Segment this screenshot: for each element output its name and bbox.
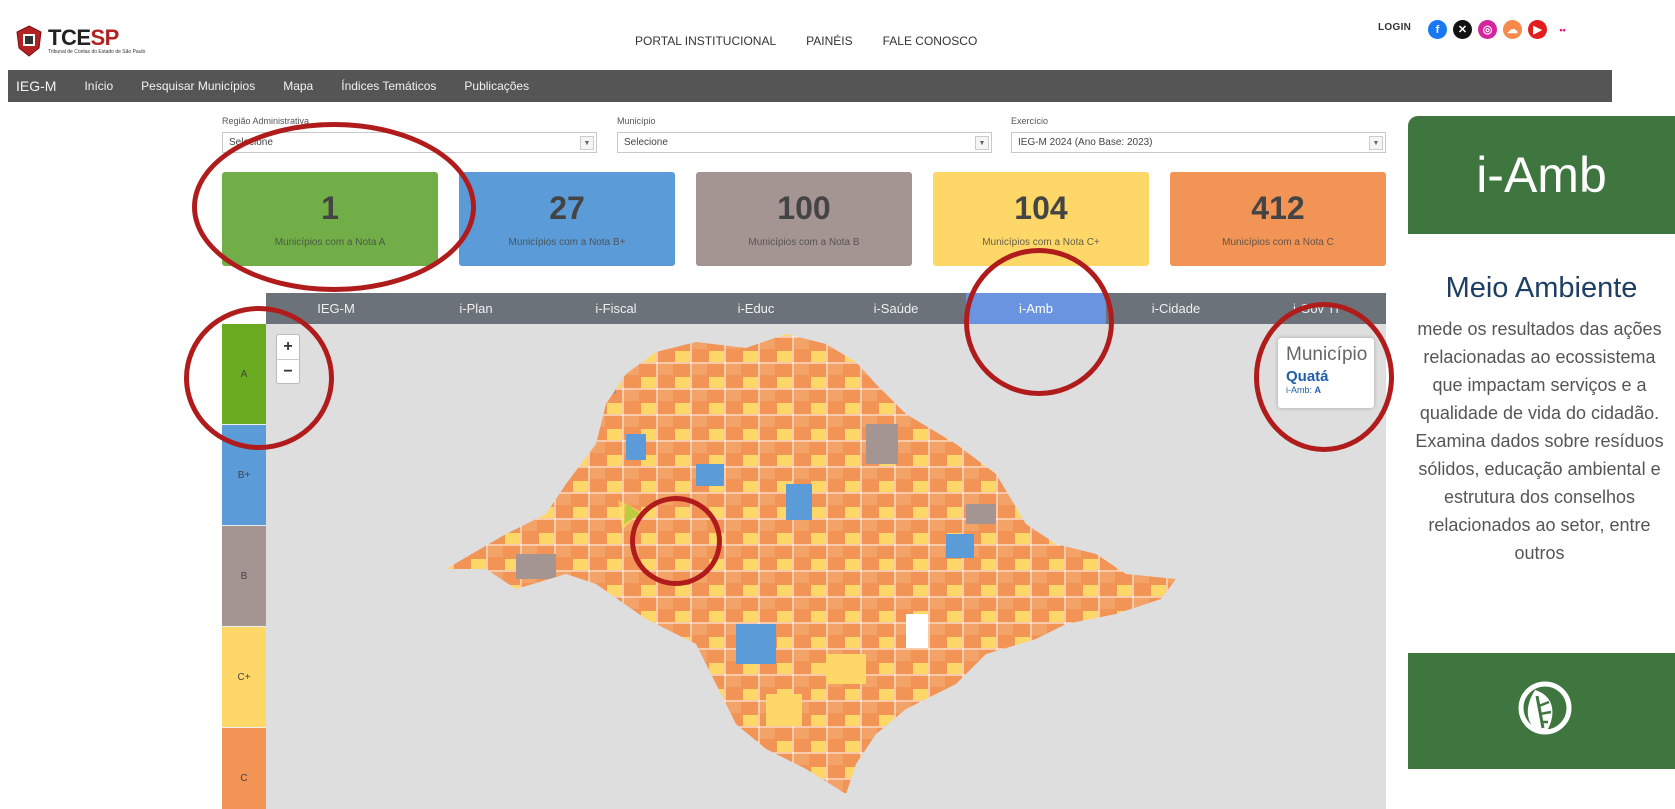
- municipio-filter: Município Selecione ▼: [617, 116, 992, 153]
- instagram-icon[interactable]: ◎: [1478, 20, 1497, 39]
- brand-text: TCE: [48, 25, 91, 50]
- municipio-select[interactable]: Selecione ▼: [617, 132, 992, 153]
- exercicio-value: IEG-M 2024 (Ano Base: 2023): [1018, 137, 1153, 148]
- brand-accent: SP: [90, 25, 120, 50]
- index-tabs: IEG-M i-Plan i-Fiscal i-Educ i-Saúde i-A…: [266, 293, 1386, 324]
- brand-subtitle: Tribunal de Contas do Estado de São Paul…: [48, 49, 146, 55]
- leaf-globe-icon: [1518, 681, 1571, 735]
- annotation-circle: [630, 496, 722, 586]
- crest-icon: [16, 25, 42, 57]
- chevron-down-icon: ▼: [1369, 136, 1383, 150]
- annotation-circle: [192, 122, 476, 292]
- nav-iegm[interactable]: IEG-M: [8, 78, 70, 94]
- legend-c-plus[interactable]: C+: [222, 627, 266, 728]
- panel-heading: i-Amb: [1408, 116, 1675, 234]
- panel-description: mede os resultados das ações relacionada…: [1415, 319, 1664, 563]
- chevron-down-icon: ▼: [580, 136, 594, 150]
- annotation-circle: [184, 306, 334, 450]
- top-links: PORTAL INSTITUCIONAL PAINÉIS FALE CONOSC…: [635, 34, 977, 48]
- regiao-label: Região Administrativa: [222, 116, 310, 126]
- card-label: Municípios com a Nota B+: [508, 237, 626, 248]
- card-value: 104: [1014, 190, 1068, 226]
- card-value: 412: [1251, 190, 1305, 226]
- municipio-value: Selecione: [624, 137, 668, 148]
- portal-institucional-link[interactable]: PORTAL INSTITUCIONAL: [635, 34, 776, 48]
- tab-i-saude[interactable]: i-Saúde: [826, 293, 966, 324]
- tab-i-plan[interactable]: i-Plan: [406, 293, 546, 324]
- tcesp-logo[interactable]: TCESP Tribunal de Contas do Estado de Sã…: [14, 24, 145, 58]
- fale-conosco-link[interactable]: FALE CONOSCO: [883, 34, 978, 48]
- exercicio-select[interactable]: IEG-M 2024 (Ano Base: 2023) ▼: [1011, 132, 1386, 153]
- flickr-icon[interactable]: ••: [1553, 20, 1572, 39]
- youtube-icon[interactable]: ▶: [1528, 20, 1547, 39]
- card-nota-b[interactable]: 100 Municípios com a Nota B: [696, 172, 912, 266]
- nav-pesquisar-municipios[interactable]: Pesquisar Municípios: [127, 79, 269, 93]
- social-icons: f ✕ ◎ ☁ ▶ ••: [1428, 20, 1572, 39]
- nav-publicacoes[interactable]: Publicações: [450, 79, 543, 93]
- nav-mapa[interactable]: Mapa: [269, 79, 327, 93]
- legend-c[interactable]: C: [222, 728, 266, 809]
- paineis-link[interactable]: PAINÉIS: [806, 34, 852, 48]
- tab-i-cidade[interactable]: i-Cidade: [1106, 293, 1246, 324]
- card-label: Municípios com a Nota C+: [982, 237, 1100, 248]
- card-label: Municípios com a Nota C: [1222, 237, 1334, 248]
- main-nav: IEG-M Início Pesquisar Municípios Mapa Í…: [8, 70, 1612, 102]
- annotation-circle: [1254, 302, 1394, 452]
- card-nota-c[interactable]: 412 Municípios com a Nota C: [1170, 172, 1386, 266]
- panel-title: Meio Ambiente: [1445, 272, 1638, 304]
- sao-paulo-state-map[interactable]: [266, 324, 1386, 809]
- annotation-circle: [964, 248, 1114, 396]
- tab-i-fiscal[interactable]: i-Fiscal: [546, 293, 686, 324]
- nav-inicio[interactable]: Início: [70, 79, 127, 93]
- index-info-panel: i-Amb Meio Ambiente mede os resultados d…: [1408, 116, 1675, 769]
- legend-b[interactable]: B: [222, 526, 266, 627]
- login-link[interactable]: LOGIN: [1378, 22, 1411, 33]
- tab-i-educ[interactable]: i-Educ: [686, 293, 826, 324]
- facebook-icon[interactable]: f: [1428, 20, 1447, 39]
- card-nota-b-plus[interactable]: 27 Municípios com a Nota B+: [459, 172, 675, 266]
- soundcloud-icon[interactable]: ☁: [1503, 20, 1522, 39]
- chevron-down-icon: ▼: [975, 136, 989, 150]
- card-label: Municípios com a Nota B: [748, 237, 860, 248]
- exercicio-filter: Exercício IEG-M 2024 (Ano Base: 2023) ▼: [1011, 116, 1386, 153]
- municipality-map[interactable]: + − Município Quatá i-Amb: A: [266, 324, 1386, 809]
- panel-footer: [1408, 653, 1675, 769]
- card-value: 27: [549, 190, 585, 226]
- x-icon[interactable]: ✕: [1453, 20, 1472, 39]
- exercicio-label: Exercício: [1011, 116, 1049, 126]
- card-value: 100: [777, 190, 831, 226]
- nav-indices-tematicos[interactable]: Índices Temáticos: [327, 79, 450, 93]
- municipio-label: Município: [617, 116, 656, 126]
